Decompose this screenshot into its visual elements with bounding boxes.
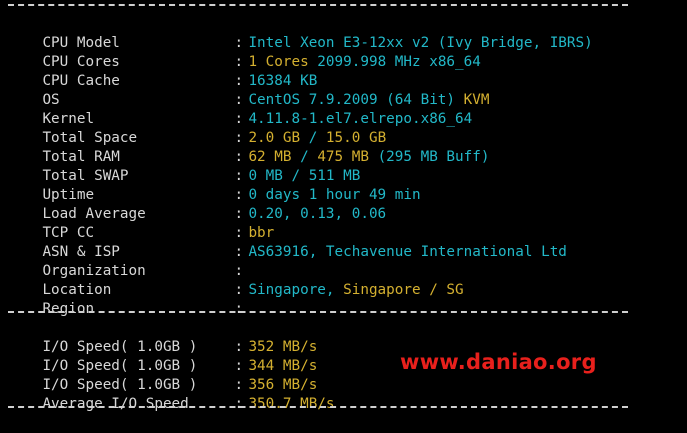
- bottom-separator: [8, 406, 628, 408]
- terminal-window: CPU Model: Intel Xeon E3-12xx v2 (Ivy Bri…: [0, 0, 687, 415]
- watermark-text: www.daniao.org: [400, 350, 597, 374]
- info-row-total-space: Total Space:2.0 GB / 15.0 GB: [8, 110, 386, 146]
- info-row-kernel: Kernel:4.11.8-1.el7.elrepo.x86_64: [8, 91, 472, 127]
- row-value-extra: Singapore / SG: [334, 282, 464, 298]
- row-label: Region: [42, 301, 95, 317]
- info-row-cpu-model: CPU Model: Intel Xeon E3-12xx v2 (Ivy Bri…: [8, 15, 592, 51]
- info-row-load-average: Load Average:0.20, 0.13, 0.06: [8, 186, 386, 222]
- info-row-uptime: Uptime:0 days 1 hour 49 min: [8, 167, 420, 203]
- info-row-tcp-cc: TCP CC: bbr: [8, 205, 274, 241]
- info-row-os: OS: CentOS 7.9.2009 (64 Bit) KVM: [8, 72, 489, 108]
- info-row-cpu-cores: CPU Cores:1 Cores 2099.998 MHz x86_64: [8, 34, 480, 70]
- io-label: Average I/O Speed: [42, 396, 189, 412]
- info-row-cpu-cache: CPU Cache:16384 KB: [8, 53, 317, 89]
- info-row-location: Location: Singapore, Singapore / SG: [8, 262, 463, 298]
- row-value-buff: (295 MB Buff): [368, 149, 490, 165]
- io-row-1: I/O Speed( 1.0GB ):352 MB/s: [8, 319, 317, 355]
- io-row-3: I/O Speed( 1.0GB ):356 MB/s: [8, 357, 317, 393]
- io-row-2: I/O Speed( 1.0GB ):344 MB/s: [8, 338, 317, 374]
- info-row-total-ram: Total RAM:62 MB / 475 MB (295 MB Buff): [8, 129, 489, 165]
- io-value: 350.7 MB/s: [248, 396, 335, 412]
- row-colon: :: [234, 301, 244, 317]
- io-row-average: Average I/O Speed:350.7 MB/s: [8, 376, 334, 412]
- info-row-organization: Organization:: [8, 243, 248, 279]
- top-separator: [8, 4, 628, 6]
- info-row-total-swap: Total SWAP:0 MB / 511 MB: [8, 148, 360, 184]
- row-value-extra: 2099.998 MHz x86_64: [308, 54, 481, 70]
- info-row-region: Region:: [8, 281, 248, 317]
- row-value: AS63916, Techavenue International Ltd: [248, 244, 567, 260]
- io-colon: :: [234, 396, 244, 412]
- middle-separator: [8, 311, 628, 313]
- row-value: Singapore,: [248, 282, 335, 298]
- info-row-asn-isp: ASN & ISP: AS63916, Techavenue Internatio…: [8, 224, 566, 260]
